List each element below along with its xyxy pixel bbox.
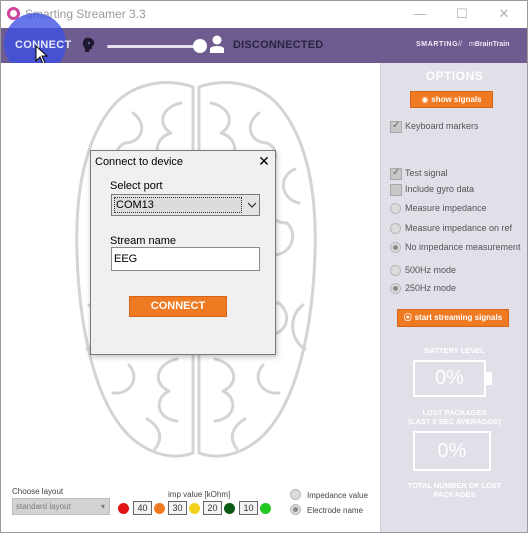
connection-status: DISCONNECTED xyxy=(233,39,324,51)
choose-layout-label: Choose layout xyxy=(12,487,64,496)
connection-slider-knob[interactable] xyxy=(193,39,207,53)
radio-circle[interactable] xyxy=(390,223,401,234)
stream-name-input[interactable]: EEG xyxy=(111,247,260,271)
250hz-label: 250Hz mode xyxy=(405,283,457,293)
electrode-name-radio-label: Electrode name xyxy=(307,506,364,515)
user-signal-icon xyxy=(210,35,224,53)
checkbox-box[interactable] xyxy=(390,167,402,180)
total-lost-title: TOTAL NUMBER OF LOST xyxy=(407,481,502,490)
dialog-close-button[interactable]: ✕ xyxy=(255,153,273,171)
brand-separator: // xyxy=(458,41,462,48)
impedance-value-20: 20 xyxy=(203,501,222,515)
options-title: OPTIONS xyxy=(425,69,484,83)
electrode-name-radio[interactable] xyxy=(290,504,301,515)
connection-slider-track[interactable] xyxy=(107,45,203,48)
impedance-orange-dot xyxy=(154,503,165,514)
show-signals-button[interactable]: ◉ show signals xyxy=(410,91,493,108)
total-lost-subtitle: PACKAGES xyxy=(433,490,476,499)
impedance-value-radio-label: Impedance value xyxy=(307,491,368,500)
close-window-button[interactable]: ✕ xyxy=(489,3,519,25)
brand-mbraintrain: mBrainTrain xyxy=(469,41,509,48)
brand-smarting: SMARTING xyxy=(416,41,459,48)
measure-impedance-ref-label: Measure impedance on ref xyxy=(405,223,513,233)
include-gyro-label: Include gyro data xyxy=(405,184,475,194)
impedance-yellow-dot xyxy=(189,503,200,514)
impedance-value-40: 40 xyxy=(133,501,152,515)
brand-braintrain: BrainTrain xyxy=(474,41,510,48)
checkbox-box[interactable] xyxy=(390,184,402,196)
layout-select-value: standard layout xyxy=(16,502,71,511)
battery-level-title: BATTERY LEVEL xyxy=(424,346,485,355)
impedance-value-radio[interactable] xyxy=(290,489,301,500)
battery-level-value: 0% xyxy=(413,360,486,397)
select-port-label: Select port xyxy=(110,180,163,192)
chevron-down-icon: ▾ xyxy=(100,502,105,511)
radio-circle[interactable] xyxy=(390,203,401,214)
minimize-button[interactable]: — xyxy=(405,3,435,25)
keyboard-markers-label: Keyboard markers xyxy=(405,121,479,131)
port-select-value: COM13 xyxy=(114,197,242,213)
title-bar: Smarting Streamer 3.3 — ☐ ✕ xyxy=(1,1,527,28)
radio-circle[interactable] xyxy=(390,283,401,294)
eye-icon: ◉ xyxy=(421,95,432,104)
dialog-connect-button[interactable]: CONNECT xyxy=(129,296,227,317)
radio-circle[interactable] xyxy=(390,265,401,276)
impedance-green-dot xyxy=(260,503,271,514)
radio-circle[interactable] xyxy=(390,242,401,253)
impedance-red-dot xyxy=(118,503,129,514)
layout-select[interactable]: standard layout ▾ xyxy=(12,498,110,515)
connect-dialog: Connect to device ✕ Select port COM13 St… xyxy=(90,150,276,355)
maximize-button[interactable]: ☐ xyxy=(447,3,477,25)
dialog-title: Connect to device xyxy=(95,156,184,168)
impedance-scale-label: imp value [kOhm] xyxy=(168,490,231,499)
lost-packages-subtitle: (LAST 5 SEC AVERAGGE) xyxy=(408,417,501,426)
battery-icon-tip xyxy=(486,372,492,385)
chevron-down-icon xyxy=(247,202,257,208)
stream-name-label: Stream name xyxy=(110,235,177,247)
mouse-cursor-icon xyxy=(35,45,49,65)
stream-icon: ⦿ xyxy=(403,313,415,322)
app-window: Smarting Streamer 3.3 — ☐ ✕ CONNECT DISC… xyxy=(0,0,528,533)
impedance-value-30: 30 xyxy=(168,501,187,515)
impedance-value-10: 10 xyxy=(239,501,258,515)
lost-packages-value: 0% xyxy=(413,431,491,471)
options-panel: OPTIONS ◉ show signals Keyboard markers … xyxy=(380,63,527,532)
start-streaming-label: start streaming signals xyxy=(414,313,503,322)
500hz-label: 500Hz mode xyxy=(405,265,457,275)
port-select[interactable]: COM13 xyxy=(111,194,260,216)
show-signals-label: show signals xyxy=(431,95,482,104)
lost-packages-title: LOST PACKAGES xyxy=(422,408,487,417)
test-signal-label: Test signal xyxy=(405,168,448,178)
checkbox-box[interactable] xyxy=(390,120,402,133)
measure-impedance-label: Measure impedance xyxy=(405,203,487,213)
head-icon xyxy=(82,37,95,52)
no-impedance-label: No impedance measurement xyxy=(405,242,521,252)
impedance-darkgreen-dot xyxy=(224,503,235,514)
start-streaming-button[interactable]: ⦿ start streaming signals xyxy=(397,309,509,327)
